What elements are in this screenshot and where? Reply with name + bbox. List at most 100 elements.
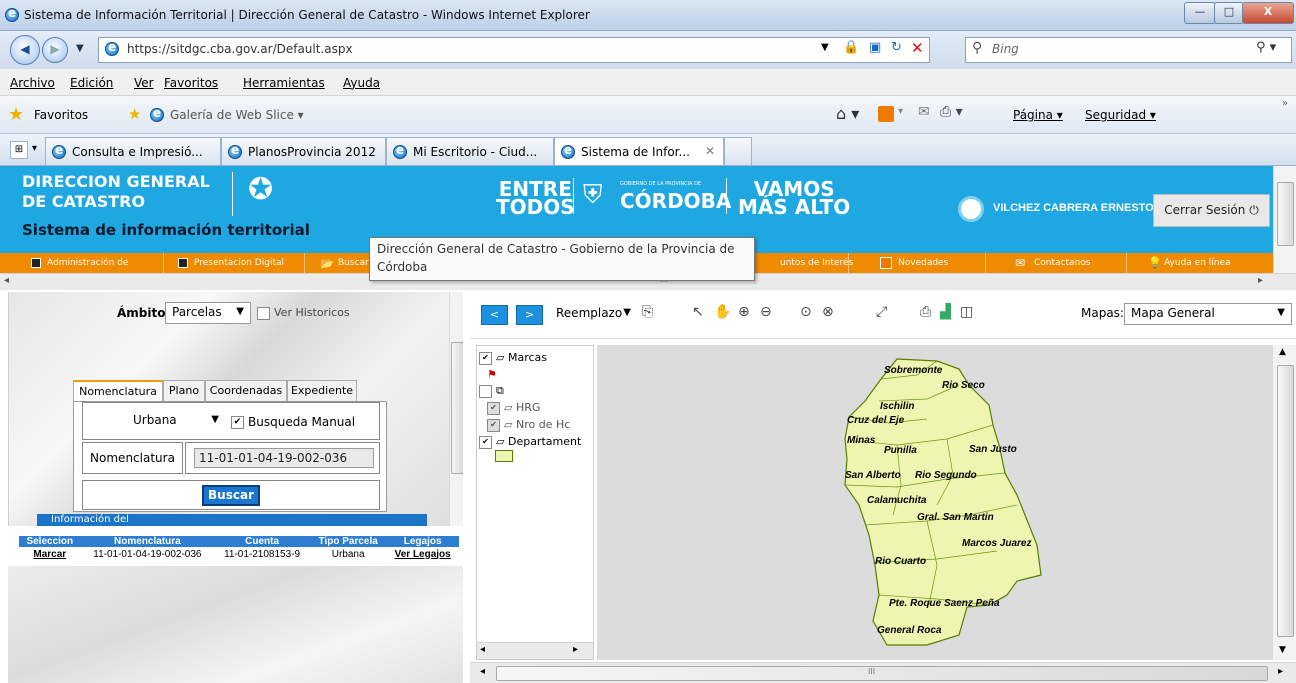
prev-extent-button[interactable]: < <box>481 305 508 325</box>
favorites-button[interactable]: Favoritos <box>34 108 88 122</box>
add-favorite-icon[interactable]: ★ <box>128 105 141 123</box>
rss-dropdown-icon[interactable]: ▾ <box>898 106 903 117</box>
nav-ayuda-en-linea[interactable]: Ayuda en línea <box>1164 258 1231 268</box>
legend-horizontal-scrollbar[interactable]: ◂ ▸ <box>477 642 593 659</box>
print-icon[interactable]: ⎙ <box>920 304 931 320</box>
scroll-right-icon[interactable]: ▸ <box>573 644 578 655</box>
nav-puntos-de-interes[interactable]: untos de Interés <box>780 258 853 268</box>
layer-departamentos[interactable]: ✔ ▱ Departament <box>479 435 581 449</box>
lock-icon[interactable]: 🔒 <box>843 40 859 55</box>
pan-hand-icon[interactable]: ✋ <box>714 304 731 320</box>
scroll-left-icon[interactable]: ◂ <box>4 275 9 286</box>
scroll-up-icon[interactable]: ▲ <box>1279 347 1286 357</box>
back-arrow-icon[interactable]: ◀ <box>10 35 40 65</box>
tipo-select[interactable]: Urbana ▼ <box>109 411 225 433</box>
browser-tab[interactable]: Mi Escritorio - Ciud... <box>386 137 554 165</box>
forward-arrow-icon[interactable]: ▶ <box>42 37 68 63</box>
zoom-in-icon[interactable]: ⊕ <box>738 304 750 320</box>
history-dropdown-icon[interactable]: ▼ <box>76 43 84 54</box>
mapas-select[interactable]: Mapa General ▼ <box>1124 303 1292 325</box>
close-tab-icon[interactable]: ✕ <box>705 144 715 158</box>
address-bar[interactable]: https://sitdgc.cba.gov.ar/Default.aspx ▼… <box>98 37 930 63</box>
close-button[interactable]: X <box>1242 2 1294 24</box>
nav-novedades[interactable]: Novedades <box>898 258 948 268</box>
rss-icon[interactable] <box>878 106 894 122</box>
menu-herramientas[interactable]: Herramientas <box>243 76 325 90</box>
marcar-link[interactable]: Marcar <box>19 547 81 561</box>
select-arrow-icon[interactable]: ↖ <box>692 304 704 320</box>
more-chevron-icon[interactable]: » <box>1282 98 1288 109</box>
compatibility-icon[interactable]: ▣ <box>869 40 881 55</box>
print-icon[interactable]: ⎙ ▾ <box>940 104 963 120</box>
menu-ayuda[interactable]: Ayuda <box>343 76 380 90</box>
refresh-icon[interactable]: ↻ <box>891 40 902 55</box>
map-view[interactable]: Sobremonte Rio Seco Ischilin Cruz del Ej… <box>597 345 1272 660</box>
layer-nro[interactable]: ✔ ▱ Nro de Hc <box>487 418 570 432</box>
maximize-button[interactable]: □ <box>1214 2 1244 24</box>
layer-hrg[interactable]: ✔ ▱ HRG <box>487 401 540 415</box>
quick-tabs-icon[interactable]: ⊞ <box>10 141 28 159</box>
browser-tab-active[interactable]: Sistema de Infor... ✕ <box>554 137 724 165</box>
scroll-thumb[interactable] <box>1277 182 1294 246</box>
scroll-thumb[interactable] <box>1277 365 1294 637</box>
measure-icon[interactable]: ⤢ <box>876 304 887 320</box>
tab-nomenclatura[interactable]: Nomenclatura <box>73 380 163 402</box>
minimize-button[interactable]: — <box>1184 2 1216 24</box>
web-slice-gallery[interactable]: Galería de Web Slice ▾ <box>170 108 304 122</box>
stop-icon[interactable]: ✕ <box>911 39 924 57</box>
clear-zoom-icon[interactable]: ⊗ <box>822 304 834 320</box>
search-go-icon[interactable]: ⚲ ▾ <box>1256 40 1276 55</box>
ambito-select[interactable]: Parcelas ▼ <box>165 302 251 324</box>
map-horizontal-scrollbar[interactable]: ◂ III ▸ <box>470 662 1296 683</box>
nav-contactanos[interactable]: Contactanos <box>1034 258 1090 268</box>
tab-list-dropdown-icon[interactable]: ▾ <box>32 143 37 154</box>
tab-expediente[interactable]: Expediente <box>287 380 357 402</box>
zoom-extent-icon[interactable]: ⊙ <box>800 304 812 320</box>
search-box[interactable]: ⚲ Bing ⚲ ▾ <box>965 37 1292 63</box>
browser-tab-label: PlanosProvincia 2012 <box>248 145 376 159</box>
next-extent-button[interactable]: > <box>516 305 543 325</box>
info-tab[interactable]: Información del <box>51 514 129 526</box>
new-tab-button[interactable] <box>724 137 752 165</box>
busqueda-manual-checkbox[interactable]: ✔ Busqueda Manual <box>231 415 355 429</box>
search-panel-scrollbar[interactable] <box>449 292 463 526</box>
catastro-logo[interactable]: DIRECCION GENERAL DE CATASTRO <box>22 172 210 212</box>
browser-tab[interactable]: Consulta e Impresió... <box>45 137 221 165</box>
copy-icon[interactable]: ⎘ <box>642 304 653 320</box>
mode-select[interactable]: Reemplazo ▼ <box>550 304 637 326</box>
mail-icon[interactable]: ✉ <box>918 104 930 120</box>
scroll-thumb[interactable] <box>496 666 1268 681</box>
tab-coordenadas[interactable]: Coordenadas <box>205 380 287 402</box>
nav-presentacion-digital[interactable]: Presentacion Digital <box>194 258 284 268</box>
scroll-thumb[interactable] <box>451 342 463 474</box>
home-icon[interactable]: ⌂ ▾ <box>836 104 859 123</box>
scroll-right-icon[interactable]: ▸ <box>1278 666 1283 677</box>
nav-buscar[interactable]: Buscar <box>338 258 369 268</box>
buscar-button[interactable]: Buscar <box>202 485 260 506</box>
menu-favoritos[interactable]: Favoritos <box>164 76 218 90</box>
scroll-right-icon[interactable]: ▸ <box>1258 275 1263 286</box>
page-menu[interactable]: Página ▾ <box>1013 108 1063 122</box>
chart-icon[interactable]: ▟ <box>940 304 951 320</box>
zoom-out-icon[interactable]: ⊖ <box>760 304 772 320</box>
scroll-down-icon[interactable]: ▼ <box>1279 645 1286 655</box>
tab-plano[interactable]: Plano <box>163 380 205 402</box>
nomenclatura-input[interactable]: 11-01-01-04-19-002-036 <box>194 448 374 468</box>
security-menu[interactable]: Seguridad ▾ <box>1085 108 1156 122</box>
layout-icon[interactable]: ◫ <box>960 304 973 320</box>
menu-edicion[interactable]: Edición <box>70 76 113 90</box>
header-vertical-scrollbar[interactable] <box>1273 166 1296 273</box>
scroll-left-icon[interactable]: ◂ <box>480 666 485 677</box>
ver-legajos-link[interactable]: Ver Legajos <box>386 547 459 561</box>
logout-button[interactable]: Cerrar Sesión ⏻ <box>1153 194 1270 227</box>
browser-tab[interactable]: PlanosProvincia 2012 <box>221 137 386 165</box>
nav-administracion[interactable]: Administración de <box>47 258 128 268</box>
menu-archivo[interactable]: Archivo <box>10 76 55 90</box>
historicos-checkbox[interactable]: Ver Historicos <box>257 306 350 320</box>
menu-ver[interactable]: Ver <box>134 76 154 90</box>
layer-marcas[interactable]: ✔ ▱ Marcas <box>479 351 547 365</box>
scroll-left-icon[interactable]: ◂ <box>480 644 485 655</box>
layer-group[interactable]: ⧉ <box>479 384 504 398</box>
address-dropdown-icon[interactable]: ▼ <box>821 42 829 53</box>
map-vertical-scrollbar[interactable]: ▲ ▼ <box>1272 345 1296 660</box>
